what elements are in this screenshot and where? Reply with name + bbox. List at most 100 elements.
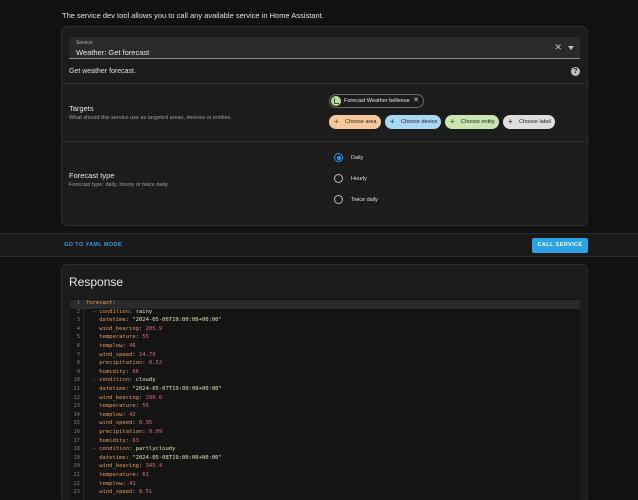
plus-icon: + <box>450 117 455 126</box>
choose-chip-label: Choose device <box>401 118 438 125</box>
plus-icon: + <box>508 117 513 126</box>
forecast-type-radio-0[interactable] <box>334 153 343 162</box>
line-number: 12 <box>73 394 80 401</box>
code-token: : <box>112 300 116 306</box>
code-line: humidity: 63 <box>86 438 139 444</box>
choose-chip-0[interactable]: + Choose area <box>329 115 381 129</box>
code-token: 55 <box>142 334 149 341</box>
plus-icon: + <box>334 117 339 126</box>
code-token: forecast <box>86 300 113 306</box>
code-token: temperature <box>99 472 136 478</box>
line-number: 11 <box>73 386 80 392</box>
code-line: datetime: "2024-05-08T19:00:00+00:00" <box>86 455 222 461</box>
code-token: : <box>132 420 139 427</box>
line-number: 4 <box>76 325 80 332</box>
intro-text: The service dev tool allows you to call … <box>62 11 324 20</box>
choose-chip-2[interactable]: + Choose entity <box>445 115 499 129</box>
line-number: 17 <box>73 437 80 444</box>
line-number: 16 <box>73 429 80 435</box>
choose-chip-label: Choose entity <box>461 118 495 125</box>
remove-icon[interactable]: ✕ <box>413 97 419 105</box>
code-line: wind_bearing: 290.6 <box>86 395 162 401</box>
code-token: 63 <box>132 437 139 444</box>
code-token: : <box>139 394 146 401</box>
response-title: Response <box>69 275 124 289</box>
code-token: templow <box>99 480 123 487</box>
code-token: wind_speed <box>99 489 133 496</box>
line-number: 19 <box>73 454 80 461</box>
line-number: 14 <box>73 411 80 418</box>
code-token: wind_bearing <box>99 325 139 332</box>
code-token: 42 <box>129 411 136 418</box>
code-token: 46 <box>129 343 136 349</box>
call-service-button[interactable]: CALL SERVICE <box>532 238 588 253</box>
help-icon[interactable]: ? <box>571 67 580 76</box>
line-number: 20 <box>73 463 80 470</box>
code-line: precipitation: 0.09 <box>86 429 162 435</box>
forecast-type-option-label: Daily <box>351 155 364 161</box>
code-line: forecast: <box>86 300 116 306</box>
choose-chip-label: Choose label <box>519 118 552 125</box>
line-number: 8 <box>76 360 80 367</box>
forecast-type-radio-2[interactable] <box>334 195 343 204</box>
code-line: temperature: 61 <box>86 472 149 478</box>
code-token: partlycloudy <box>135 446 176 453</box>
code-token: "2024-05-06T19:00:00+00:00" <box>132 317 222 324</box>
targets-title: Targets <box>69 104 94 113</box>
code-token: 8.95 <box>139 420 153 427</box>
code-token: 56 <box>142 403 149 410</box>
code-line: templow: 41 <box>86 480 135 487</box>
choose-chip-1[interactable]: + Choose device <box>385 115 441 129</box>
line-number: 3 <box>76 317 80 324</box>
line-number: 9 <box>76 368 80 375</box>
divider <box>62 83 587 84</box>
line-number: 18 <box>73 446 80 453</box>
code-token: : <box>132 489 139 496</box>
code-line: precipitation: 0.52 <box>86 360 162 366</box>
code-line: temperature: 56 <box>86 403 149 409</box>
forecast-type-option-label: Hourly <box>351 176 367 182</box>
choose-chip-label: Choose area <box>345 118 377 125</box>
code-token: : <box>129 446 136 453</box>
forecast-type-description: Forecast type: daily, hourly or twice da… <box>69 182 169 188</box>
code-token: 0.09 <box>148 429 163 435</box>
choose-chip-3[interactable]: + Choose label <box>503 115 555 129</box>
code-token: temperature <box>99 334 136 341</box>
yaml-mode-button[interactable]: GO TO YAML MODE <box>64 242 122 248</box>
code-token: condition <box>99 446 130 453</box>
code-token: : <box>139 325 146 332</box>
code-line: humidity: 66 <box>86 369 139 375</box>
code-line: templow: 42 <box>86 411 136 418</box>
code-token: : <box>129 308 136 315</box>
weather-entity-icon <box>331 96 341 106</box>
code-line: templow: 46 <box>86 343 136 349</box>
service-select[interactable]: Service Weather: Get forecast ✕ <box>69 37 580 59</box>
code-token: 290.6 <box>145 394 163 401</box>
code-token: rainy <box>135 308 153 315</box>
target-entity-chip[interactable]: Forecast Weather bellevue ✕ <box>329 94 424 108</box>
code-token: : <box>142 429 149 435</box>
forecast-type-radio-1[interactable] <box>334 174 343 183</box>
line-number: 6 <box>76 343 80 349</box>
line-number: 23 <box>73 489 80 496</box>
code-token: humidity <box>99 437 126 444</box>
code-line: datetime: "2024-05-07T19:00:00+00:00" <box>86 386 222 392</box>
forecast-type-option-label: Twice daily <box>351 197 378 203</box>
plus-icon: + <box>390 117 395 126</box>
clear-icon[interactable]: ✕ <box>554 43 562 52</box>
code-token: : <box>129 377 136 384</box>
chevron-down-icon[interactable] <box>568 46 574 50</box>
response-code-editor[interactable]: 1 forecast: 2 - condition: rainy 3 datetime… <box>70 299 580 500</box>
service-select-label: Service <box>76 40 93 46</box>
